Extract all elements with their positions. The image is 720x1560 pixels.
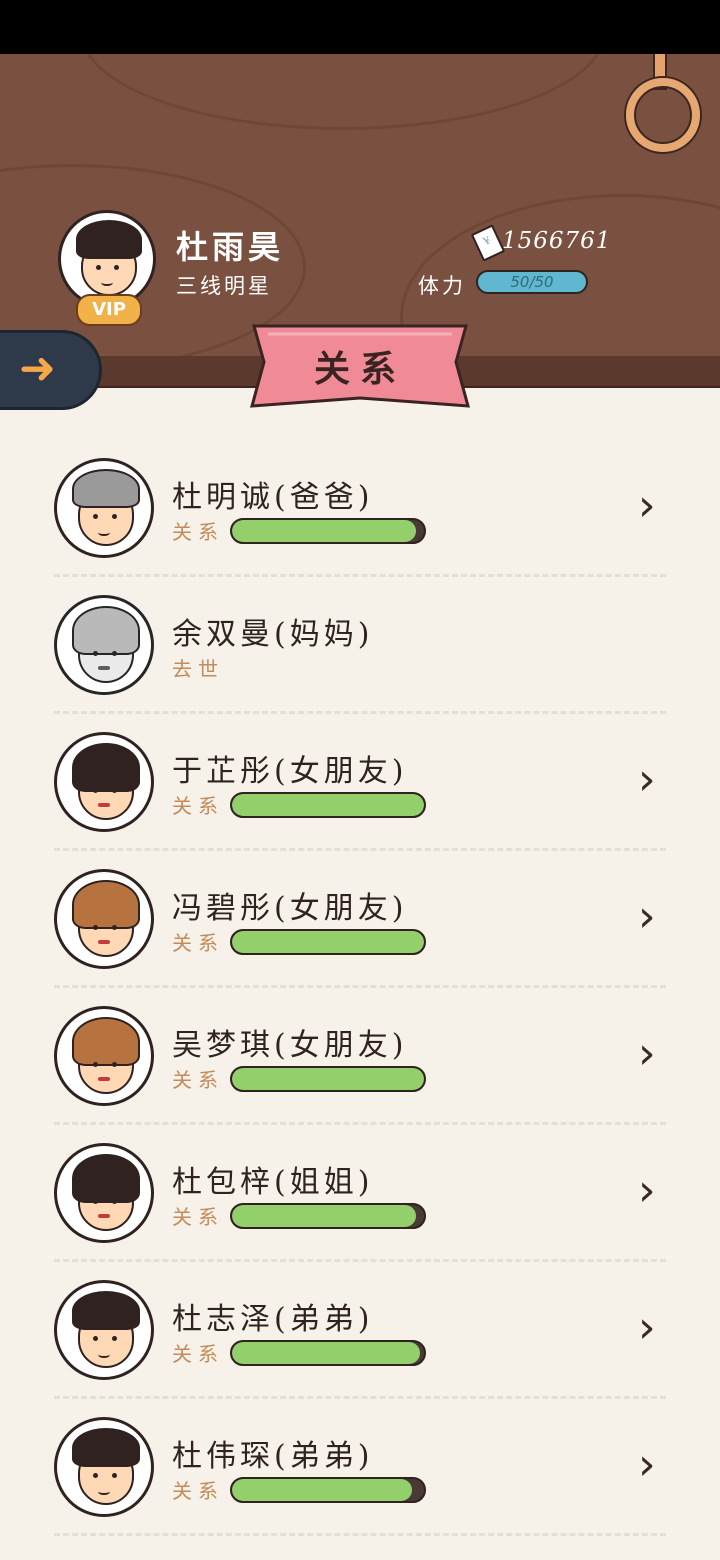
- relation-avatar: [54, 1006, 154, 1106]
- relation-row: 余双曼(妈妈) 去世: [0, 577, 720, 714]
- chevron-right-icon[interactable]: ›: [638, 1032, 656, 1076]
- relation-level-bar: [230, 1340, 426, 1366]
- relation-status: 关系: [172, 520, 224, 544]
- stamina-label: 体力: [418, 274, 466, 298]
- pull-ring-icon[interactable]: [626, 78, 700, 152]
- relation-avatar: [54, 732, 154, 832]
- relation-level-fill: [232, 1205, 417, 1227]
- relation-avatar: [54, 595, 154, 695]
- relation-row[interactable]: 冯碧彤(女朋友) 关系 ›: [0, 851, 720, 988]
- relation-name: 余双曼(妈妈): [172, 617, 374, 652]
- page-title: 关系: [313, 348, 406, 390]
- relation-level-fill: [232, 931, 424, 953]
- relation-level-bar: [230, 792, 426, 818]
- back-arrow-icon: ➜: [19, 343, 56, 394]
- row-divider: [54, 1533, 666, 1536]
- relation-status: 关系: [172, 931, 224, 955]
- relation-name: 杜志泽(弟弟): [172, 1302, 374, 1337]
- back-button[interactable]: ➜: [0, 330, 102, 410]
- relation-avatar: [54, 1143, 154, 1243]
- relation-status: 关系: [172, 1479, 224, 1503]
- relation-avatar: [54, 1280, 154, 1380]
- relation-row[interactable]: 杜明诚(爸爸) 关系 ›: [0, 440, 720, 577]
- relation-row[interactable]: 杜志泽(弟弟) 关系 ›: [0, 1262, 720, 1399]
- chevron-right-icon[interactable]: ›: [638, 1443, 656, 1487]
- relation-name: 吴梦琪(女朋友): [172, 1028, 408, 1063]
- status-bar: [0, 0, 720, 54]
- relation-level-bar: [230, 929, 426, 955]
- relation-status: 关系: [172, 1342, 224, 1366]
- relation-level-fill: [232, 520, 417, 542]
- relation-row[interactable]: 吴梦琪(女朋友) 关系 ›: [0, 988, 720, 1125]
- relation-status: 关系: [172, 794, 224, 818]
- relation-level-bar: [230, 1203, 426, 1229]
- wood-grain: [80, 54, 606, 130]
- relation-level-bar: [230, 518, 426, 544]
- relation-level-bar: [230, 1066, 426, 1092]
- relation-avatar: [54, 869, 154, 969]
- money-value: 1566761: [502, 228, 612, 254]
- chevron-right-icon[interactable]: ›: [638, 758, 656, 802]
- relation-name: 杜伟琛(弟弟): [172, 1439, 374, 1474]
- relation-name: 冯碧彤(女朋友): [172, 891, 408, 926]
- relation-status: 去世: [172, 657, 224, 681]
- relation-name: 杜明诚(爸爸): [172, 480, 374, 515]
- relation-level-fill: [232, 794, 424, 816]
- relation-row[interactable]: 杜伟琛(弟弟) 关系 ›: [0, 1399, 720, 1536]
- stamina-bar: 50/50: [476, 270, 588, 294]
- chevron-right-icon[interactable]: ›: [638, 1306, 656, 1350]
- relation-avatar: [54, 458, 154, 558]
- vip-badge[interactable]: VIP: [76, 294, 142, 326]
- relation-level-fill: [232, 1068, 424, 1090]
- relation-name: 于芷彤(女朋友): [172, 754, 408, 789]
- player-name: 杜雨昊: [176, 228, 285, 266]
- relation-row[interactable]: 杜包梓(姐姐) 关系 ›: [0, 1125, 720, 1262]
- relation-level-fill: [232, 1342, 421, 1364]
- chevron-right-icon[interactable]: ›: [638, 895, 656, 939]
- relation-name: 杜包梓(姐姐): [172, 1165, 374, 1200]
- chevron-right-icon[interactable]: ›: [638, 1169, 656, 1213]
- relation-status: 关系: [172, 1068, 224, 1092]
- relation-row[interactable]: 于芷彤(女朋友) 关系 ›: [0, 714, 720, 851]
- relation-avatar: [54, 1417, 154, 1517]
- chevron-right-icon[interactable]: ›: [638, 484, 656, 528]
- relation-status: 关系: [172, 1205, 224, 1229]
- relation-level-bar: [230, 1477, 426, 1503]
- avatar-hair: [75, 220, 143, 260]
- player-title: 三线明星: [176, 274, 272, 298]
- relation-level-fill: [232, 1479, 413, 1501]
